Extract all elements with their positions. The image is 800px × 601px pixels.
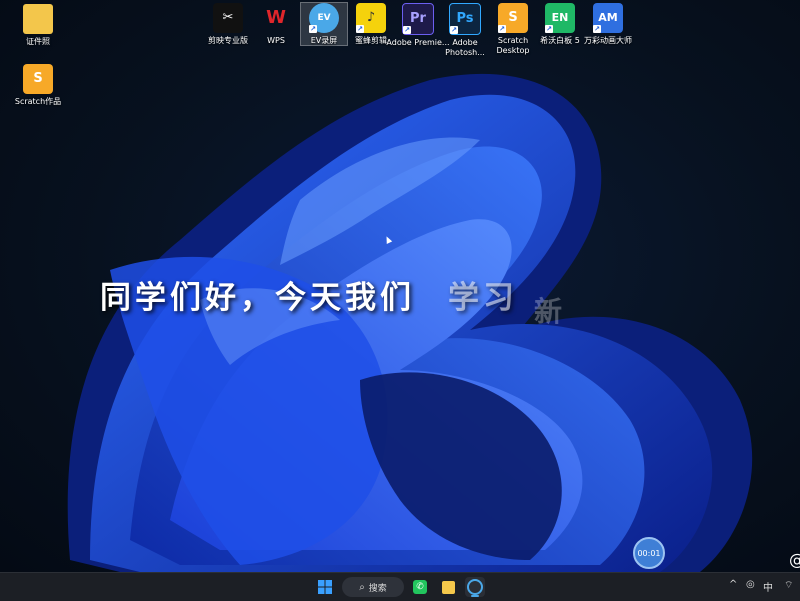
photoshop-icon: Ps ↗	[449, 3, 481, 35]
sticky-notes-icon	[441, 580, 455, 594]
taskbar-app-recorder[interactable]	[465, 577, 485, 597]
wifi-icon[interactable]: ⌔	[784, 579, 793, 592]
desktop-icon-label: Scratch作品	[14, 97, 62, 106]
shortcut-arrow-icon: ↗	[545, 25, 553, 33]
taskbar-search-box[interactable]: ⌕ 搜索	[342, 577, 404, 597]
ev-recorder-glyph: EV	[317, 13, 331, 23]
folder-icon	[23, 4, 53, 34]
scratch-glyph: S	[508, 10, 518, 25]
scratch-icon: S ↗	[498, 3, 528, 33]
shortcut-arrow-icon: ↗	[593, 25, 601, 33]
start-button[interactable]	[315, 577, 335, 597]
ev-recorder-icon: EV ↗	[309, 3, 339, 33]
taskbar-app-notes[interactable]	[438, 577, 458, 597]
desktop-icon-wancai[interactable]: AM ↗ 万彩动画大师	[576, 3, 640, 46]
scratch-icon: S	[23, 64, 53, 94]
tray-app-icon[interactable]: ◎	[746, 579, 755, 590]
shortcut-arrow-icon: ↗	[309, 25, 317, 33]
watermark-at-sign: @	[789, 550, 800, 569]
premiere-icon: Pr ↗	[402, 3, 434, 35]
desktop-icon-label: 万彩动画大师	[584, 36, 632, 45]
photoshop-glyph: Ps	[456, 11, 474, 26]
shortcut-arrow-icon: ↗	[450, 26, 458, 34]
bee-cut-glyph: ♪	[366, 10, 376, 25]
taskbar: ⌕ 搜索 ✆ ^ ◎ 中 ⌔	[0, 572, 800, 601]
wps-icon: W	[266, 7, 286, 28]
taskbar-app-phone[interactable]: ✆	[410, 577, 430, 597]
video-subtitle: 同学们好，今天我们	[100, 280, 415, 316]
seewo-icon: EN ↗	[545, 3, 575, 33]
recorder-app-icon	[467, 579, 483, 595]
ime-indicator[interactable]: 中	[763, 579, 773, 594]
capcut-icon: ✂	[213, 3, 243, 33]
search-icon: ⌕	[359, 581, 365, 593]
shortcut-arrow-icon: ↗	[498, 25, 506, 33]
desktop-icon-scratch-works[interactable]: S Scratch作品	[6, 64, 70, 107]
video-subtitle-fading-2: 新	[534, 295, 563, 328]
desktop: oft Q 序 管家 荐 e a 器 证件照 S Scratch作品 ✂ 剪映专…	[0, 0, 800, 572]
active-indicator	[471, 595, 479, 597]
desktop-icon-label: 证件照	[26, 37, 50, 46]
windows-logo-icon	[318, 580, 332, 594]
bee-cut-icon: ♪ ↗	[356, 3, 386, 33]
shortcut-arrow-icon: ↗	[356, 25, 364, 33]
seewo-glyph: EN	[551, 11, 569, 24]
premiere-glyph: Pr	[410, 11, 426, 26]
video-subtitle-fading: 学习	[448, 280, 518, 316]
desktop-icon-wps[interactable]: W WPS	[244, 3, 308, 46]
shortcut-arrow-icon: ↗	[403, 26, 411, 34]
tray-chevron-up-icon[interactable]: ^	[729, 579, 737, 590]
wancai-glyph: AM	[598, 11, 618, 24]
desktop-icon-label: WPS	[267, 36, 285, 45]
phone-icon: ✆	[413, 580, 427, 594]
recording-timer[interactable]: 00:01	[633, 537, 665, 569]
wancai-icon: AM ↗	[593, 3, 623, 33]
desktop-icon-id-photo[interactable]: 证件照	[6, 4, 70, 47]
search-label: 搜索	[368, 583, 387, 594]
